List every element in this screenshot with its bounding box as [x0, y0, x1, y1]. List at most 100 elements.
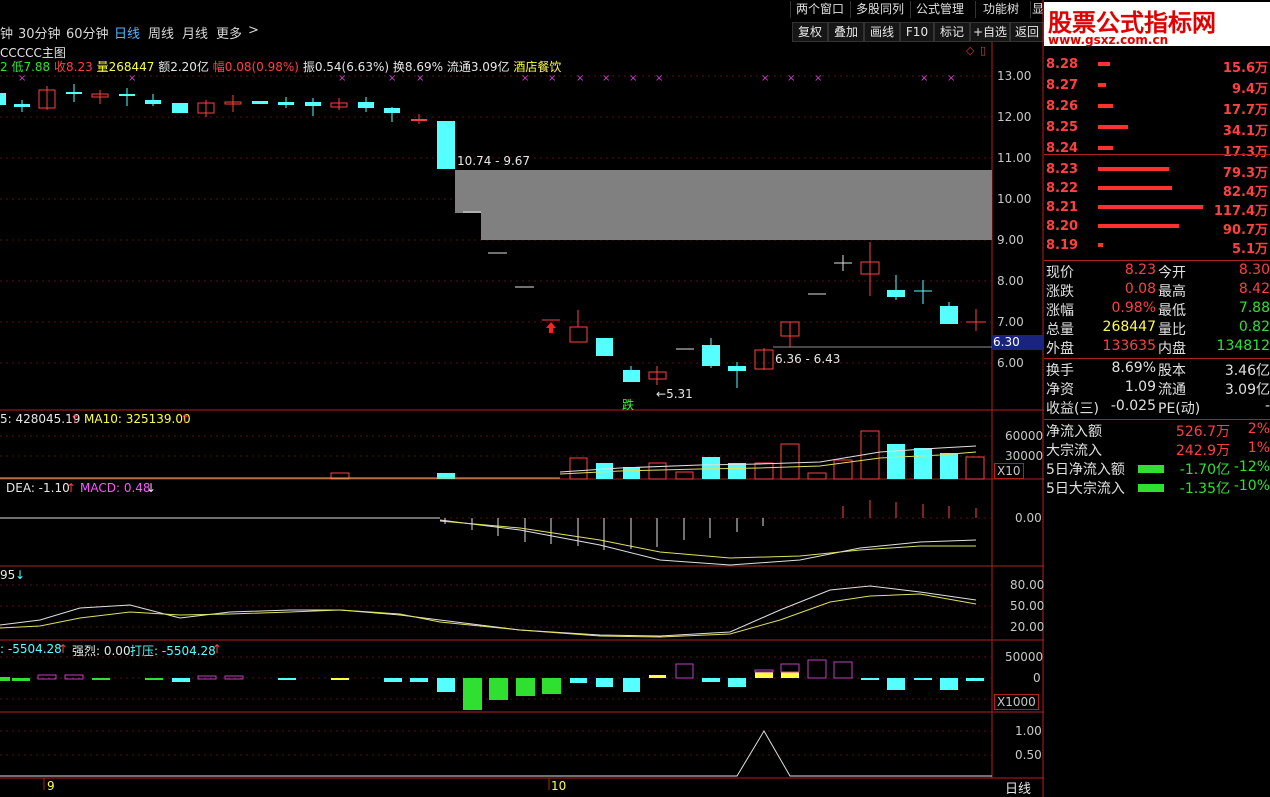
- bid-price: 8.19: [1046, 238, 1079, 253]
- ask-row[interactable]: 8.28 15.6万: [1046, 57, 1270, 76]
- kdj-arrow-icon: ↓: [15, 568, 26, 582]
- bid-volume-bar: [1098, 167, 1169, 171]
- kdj-axis-80: 80.00: [1010, 578, 1045, 592]
- price-axis-700: 7.00: [997, 315, 1024, 329]
- fund-flow-bar: [1138, 465, 1164, 473]
- svg-text:×: ×: [920, 73, 928, 84]
- bid-row[interactable]: 8.22 82.4万: [1046, 181, 1270, 200]
- watermark-logo: 股票公式指标网 www.gsxz.com.cn: [1044, 2, 1270, 47]
- stat-label: 今开: [1158, 265, 1186, 281]
- stat-label: PE(动): [1158, 401, 1201, 417]
- stats-divider-mid: [1044, 358, 1270, 359]
- ask-row[interactable]: 8.26 17.7万: [1046, 99, 1270, 118]
- ask-volume-bar: [1098, 125, 1128, 129]
- bid-row[interactable]: 8.21 117.4万: [1046, 200, 1270, 219]
- svg-text:×: ×: [787, 73, 795, 84]
- bid-row[interactable]: 8.23 79.3万: [1046, 162, 1270, 181]
- ask-price: 8.26: [1046, 99, 1079, 114]
- ask-row[interactable]: 8.25 34.1万: [1046, 120, 1270, 139]
- ask-volume: 34.1万: [1222, 124, 1268, 139]
- stat-value: 134812: [1216, 338, 1270, 354]
- macd-arrow-icon: ↓: [146, 481, 157, 495]
- flow-label-3: 打压: -5504.28: [130, 644, 216, 658]
- svg-text:×: ×: [947, 73, 955, 84]
- fund-flow-percent: 2%: [1247, 421, 1270, 437]
- stat-label: 股本: [1158, 363, 1186, 379]
- ask-price: 8.25: [1046, 120, 1079, 135]
- price-axis-1000: 10.00: [997, 192, 1032, 206]
- price-axis-800: 8.00: [997, 274, 1024, 288]
- flow-unit: X1000: [994, 694, 1039, 710]
- stat-value: 8.30: [1238, 262, 1270, 278]
- bid-volume: 79.3万: [1222, 166, 1268, 181]
- stat-value: 0.08: [1124, 281, 1156, 297]
- fund-flow-bar: [1138, 484, 1164, 492]
- svg-text:×: ×: [388, 73, 396, 84]
- gap-lower-label: 6.36 - 6.43: [775, 352, 841, 366]
- stat-value: -0.025: [1110, 398, 1156, 414]
- svg-text:×: ×: [416, 73, 424, 84]
- vol-ma10-label: MA10: 325139.00: [84, 412, 191, 426]
- svg-text:×: ×: [602, 73, 610, 84]
- stat-value: 3.46亿: [1224, 363, 1270, 379]
- fund-flow-value: 242.9万: [1175, 443, 1230, 459]
- bid-volume-bar: [1098, 205, 1203, 209]
- stat-value: -: [1264, 398, 1270, 414]
- bid-volume-bar: [1098, 243, 1103, 247]
- vol-unit: X10: [994, 463, 1024, 479]
- left-arrow-icon: ←: [656, 387, 667, 401]
- fund-flow-value: -1.35亿: [1179, 481, 1230, 497]
- bid-price: 8.22: [1046, 181, 1079, 196]
- stat-label: 内盘: [1158, 341, 1186, 357]
- price-axis-1200: 12.00: [997, 110, 1032, 124]
- bid-volume: 117.4万: [1213, 204, 1268, 219]
- stat-value: 8.42: [1238, 281, 1270, 297]
- ask-volume: 9.4万: [1231, 82, 1268, 97]
- stat-row: 总量 268447 量比 0.82: [1046, 319, 1270, 338]
- fund-flow-row: 5日净流入额 -1.70亿 -12%: [1046, 459, 1270, 478]
- ask-row[interactable]: 8.27 9.4万: [1046, 78, 1270, 97]
- stat-label: 最高: [1158, 284, 1186, 300]
- fund-flow-label: 5日大宗流入: [1046, 481, 1125, 497]
- price-axis-600: 6.00: [997, 356, 1024, 370]
- stat-value: 3.09亿: [1224, 382, 1270, 398]
- low-mark-value: 5.31: [666, 387, 693, 401]
- stat-row: 净资 1.09 流通 3.09亿: [1046, 379, 1270, 398]
- svg-text:×: ×: [655, 73, 663, 84]
- svg-text:×: ×: [128, 73, 136, 84]
- flow-axis-50000: 50000: [1005, 650, 1044, 664]
- fund-flow-label: 5日净流入额: [1046, 462, 1125, 478]
- vol-ma10-arrow-icon: ↑: [180, 412, 191, 426]
- fund-flow-label: 大宗流入: [1046, 443, 1102, 459]
- bid-row[interactable]: 8.19 5.1万: [1046, 238, 1270, 257]
- fund-flow-percent: -12%: [1233, 459, 1270, 475]
- signal-axis-1: 1.00: [1015, 724, 1042, 738]
- svg-text:×: ×: [761, 73, 769, 84]
- stat-row: 涨跌 0.08 最高 8.42: [1046, 281, 1270, 300]
- price-axis-900: 9.00: [997, 233, 1024, 247]
- date-label-9: 9: [47, 779, 55, 793]
- stat-value: 0.98%: [1111, 300, 1156, 316]
- stat-label: 流通: [1158, 382, 1186, 398]
- orderbook-divider: [1044, 154, 1270, 155]
- fund-flow-row: 大宗流入 242.9万 1%: [1046, 440, 1270, 459]
- price-axis-1300: 13.00: [997, 69, 1032, 83]
- stat-label: 收益(三): [1046, 401, 1099, 417]
- stat-row: 外盘 133635 内盘 134812: [1046, 338, 1270, 357]
- ask-price: 8.28: [1046, 57, 1079, 72]
- stat-label: 现价: [1046, 265, 1074, 281]
- fund-flow-value: -1.70亿: [1179, 462, 1230, 478]
- bid-price: 8.20: [1046, 219, 1079, 234]
- kdj-axis-20: 20.00: [1010, 620, 1045, 634]
- bid-price: 8.23: [1046, 162, 1079, 177]
- signal-axis-05: 0.50: [1015, 748, 1042, 762]
- bid-volume: 82.4万: [1222, 185, 1268, 200]
- stat-label: 量比: [1158, 322, 1186, 338]
- flow-divider: [1044, 419, 1270, 420]
- ask-volume: 15.6万: [1222, 61, 1268, 76]
- period-indicator[interactable]: 日线: [1005, 778, 1031, 797]
- stat-label: 最低: [1158, 303, 1186, 319]
- flow-label-1: : -5504.28: [0, 642, 62, 656]
- bid-row[interactable]: 8.20 90.7万: [1046, 219, 1270, 238]
- bid-volume-bar: [1098, 224, 1179, 228]
